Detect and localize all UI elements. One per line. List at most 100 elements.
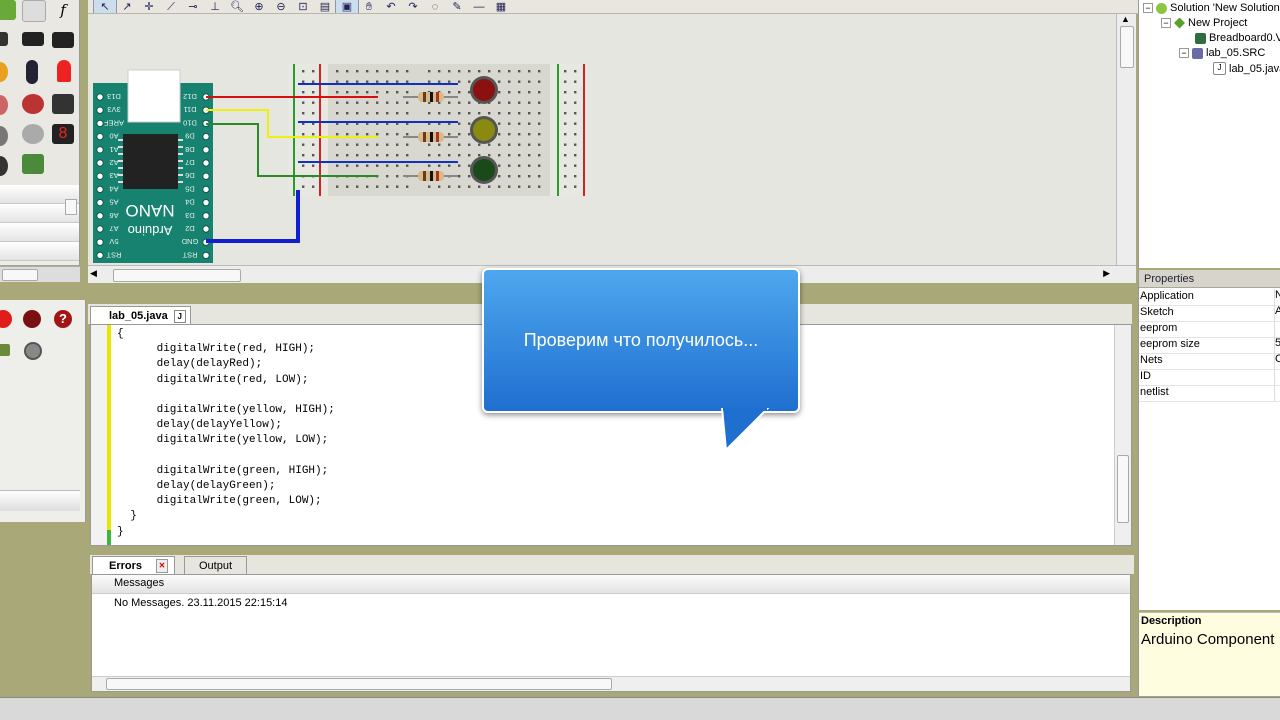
tree-node-project[interactable]: − New Project <box>1161 17 1247 29</box>
led-icon[interactable] <box>57 60 71 82</box>
board-pin[interactable] <box>96 238 104 246</box>
breadboard-hole <box>346 91 349 94</box>
component-icon[interactable] <box>22 94 44 114</box>
zoom-fit-icon[interactable]: ⊡ <box>292 0 314 13</box>
board-pin[interactable] <box>96 119 104 128</box>
tab-errors[interactable]: Errors ✕ <box>92 556 176 575</box>
zoom-out-icon[interactable]: ⊖ <box>270 0 292 13</box>
board-pin[interactable] <box>202 225 210 233</box>
board-pin-label: AREF <box>104 118 124 127</box>
board-pin[interactable] <box>202 212 210 220</box>
breadboard-hole <box>386 133 389 136</box>
component-icon[interactable] <box>52 32 74 48</box>
component-icon[interactable] <box>22 0 46 22</box>
board-pin[interactable] <box>202 172 210 180</box>
breadboard-hole <box>458 80 461 83</box>
run-icon[interactable] <box>0 310 12 328</box>
property-row[interactable]: Application N <box>1139 289 1280 306</box>
zoom-in-icon[interactable]: ⊕ <box>248 0 270 13</box>
grid-icon[interactable]: ▦ <box>490 0 512 13</box>
tree-node-solution[interactable]: − Solution 'New Solution' <box>1143 2 1280 14</box>
net-tool-icon[interactable]: ⊸ <box>182 0 204 13</box>
page-select-icon[interactable]: ▣ <box>335 0 359 13</box>
board-pin[interactable] <box>96 225 104 233</box>
board-pin[interactable] <box>96 251 104 260</box>
component-icon[interactable] <box>0 32 8 46</box>
property-row[interactable]: Nets C <box>1139 353 1280 370</box>
settings-icon[interactable] <box>24 342 42 360</box>
errors-scrollbar[interactable] <box>92 676 1130 691</box>
help-icon[interactable]: ? <box>54 310 72 328</box>
page-icon[interactable]: ▤ <box>314 0 336 13</box>
board-pin[interactable] <box>96 212 104 220</box>
component-icon[interactable] <box>22 154 44 174</box>
property-row[interactable]: netlist <box>1139 385 1280 402</box>
move-tool-icon[interactable]: ✛ <box>138 0 160 13</box>
messages-column-header[interactable]: Messages <box>92 575 1130 594</box>
component-icon[interactable] <box>52 94 74 114</box>
palette-scrollbar[interactable] <box>0 266 80 282</box>
redo-icon[interactable]: ↷ <box>402 0 424 13</box>
source-code[interactable]: { digitalWrite(red, HIGH); delay(delayRe… <box>117 327 335 540</box>
component-icon[interactable] <box>0 156 8 176</box>
board-pin[interactable] <box>202 185 210 194</box>
breadboard-hole <box>366 185 369 188</box>
junction-tool-icon[interactable]: ⊥ <box>204 0 226 13</box>
property-row[interactable]: eeprom <box>1139 321 1280 338</box>
component-icon[interactable] <box>0 0 16 20</box>
component-icon[interactable] <box>0 62 8 82</box>
board-pin[interactable] <box>96 132 104 141</box>
list-item[interactable] <box>0 242 79 261</box>
property-row[interactable]: eeprom size 5 <box>1139 337 1280 354</box>
tab-output[interactable]: Output <box>184 556 248 575</box>
function-icon[interactable]: f <box>52 0 74 20</box>
board-pin[interactable] <box>202 132 210 141</box>
board-pin[interactable] <box>202 198 210 207</box>
breadboard-hole <box>302 101 305 104</box>
board-pin[interactable] <box>96 106 104 114</box>
breadboard-hole <box>574 112 577 115</box>
board-pin[interactable] <box>96 198 104 207</box>
palette-list[interactable] <box>0 185 80 265</box>
seven-segment-icon[interactable]: 8 <box>52 124 74 144</box>
tree-node-breadboard[interactable]: Breadboard0.V <box>1195 32 1280 44</box>
component-icon[interactable] <box>0 344 10 356</box>
board-pin[interactable] <box>202 146 210 154</box>
board-pin[interactable] <box>96 172 104 180</box>
board-pin[interactable] <box>202 159 210 167</box>
component-icon[interactable] <box>0 126 8 146</box>
board-pin[interactable] <box>202 251 210 260</box>
board-pin[interactable] <box>96 93 104 101</box>
undo-icon[interactable]: ↶ <box>380 0 402 13</box>
stop-icon[interactable] <box>23 310 41 328</box>
pan-tool-icon[interactable]: ↗ <box>116 0 138 13</box>
tree-node-src[interactable]: − lab_05.SRC <box>1179 47 1265 59</box>
tree-node-file[interactable]: J lab_05.java <box>1213 62 1280 75</box>
probe-icon[interactable]: ◌ <box>424 0 446 13</box>
canvas-vertical-scrollbar[interactable]: ▲ <box>1116 14 1136 265</box>
breadboard-hole <box>538 101 541 104</box>
board-pin[interactable] <box>96 159 104 167</box>
list-item[interactable]: No Messages. 23.11.2015 22:15:14 <box>114 597 287 609</box>
component-icon[interactable] <box>0 95 8 115</box>
select-tool-icon[interactable]: ↖ <box>93 0 117 13</box>
zoom-tool-icon[interactable]: 🔍︎ <box>226 0 248 13</box>
component-icon[interactable] <box>26 60 38 84</box>
potentiometer-icon[interactable] <box>22 124 44 144</box>
breadboard-hole <box>508 91 511 94</box>
tab-lab05-java[interactable]: lab_05.java J <box>90 306 191 325</box>
schematic-canvas[interactable]: NANO Arduino D13 3V3 AREF A0 A1 A2 A3 A4 A5 A6 A7 5… <box>88 14 1116 265</box>
hand-icon[interactable]: ✋︎ <box>358 0 380 13</box>
pencil-icon[interactable]: ✎ <box>446 0 468 13</box>
property-row[interactable]: Sketch A <box>1139 305 1280 322</box>
board-pin[interactable] <box>96 146 104 154</box>
wire-tool-icon[interactable]: ⟋ <box>160 0 182 13</box>
property-row[interactable]: ID <box>1139 369 1280 386</box>
list-item[interactable] <box>0 223 79 242</box>
component-icon[interactable] <box>22 32 44 46</box>
board-pin[interactable] <box>96 185 104 194</box>
line-style-icon[interactable]: — <box>468 0 490 13</box>
breadboard-hole <box>448 112 451 115</box>
editor-scrollbar[interactable] <box>1114 325 1131 545</box>
scrollbar-thumb[interactable] <box>65 199 77 215</box>
